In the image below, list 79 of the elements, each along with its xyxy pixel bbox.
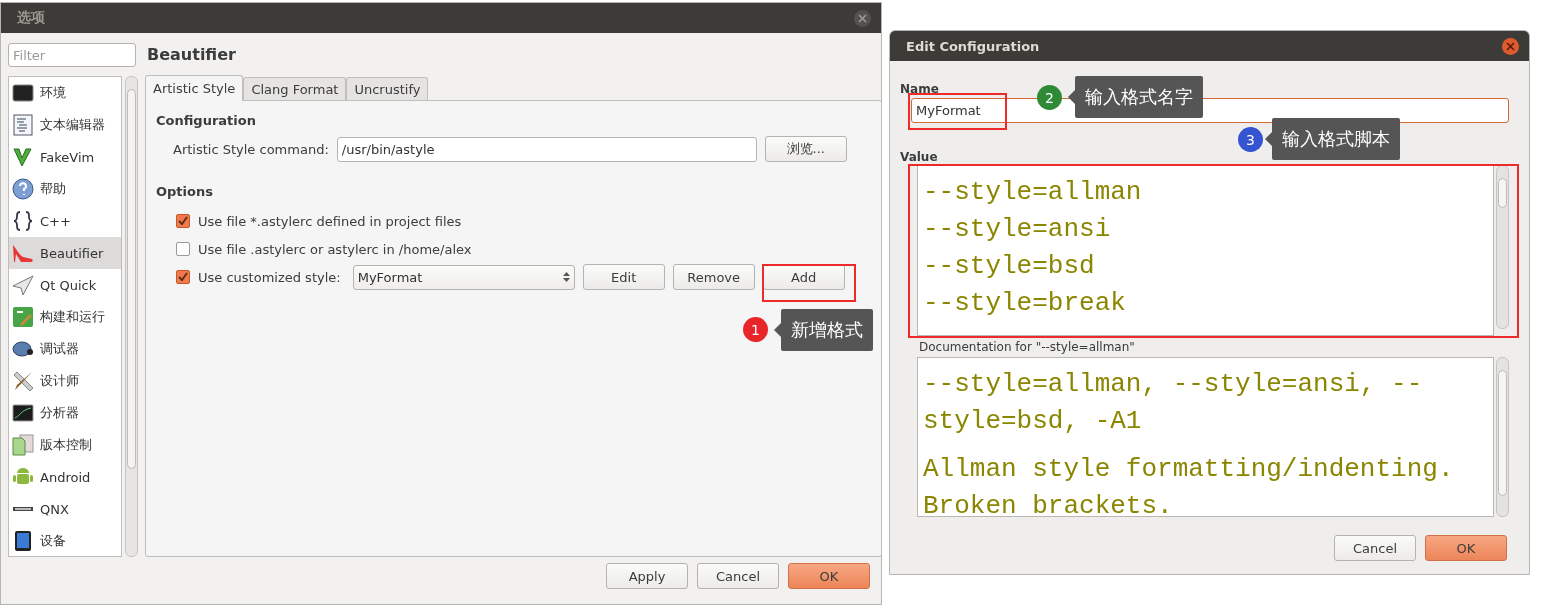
tool-tile-icon <box>12 306 34 328</box>
pointer-icon <box>1265 132 1272 146</box>
checkbox-label: Use file .astylerc or astylerc in /home/alex <box>198 241 472 257</box>
category-item[interactable]: 设计师 <box>9 365 121 397</box>
checkbox[interactable] <box>176 214 190 228</box>
section-heading: Options <box>156 184 214 199</box>
dialog-button[interactable]: Cancel <box>1334 535 1416 561</box>
oscilloscope-icon <box>12 402 34 424</box>
help-icon <box>12 178 34 200</box>
text-document-icon <box>12 114 34 136</box>
documentation-label: Documentation for "--style=allman" <box>918 340 1136 354</box>
command-field[interactable]: /usr/bin/astyle <box>336 136 757 162</box>
ruler-brush-icon <box>12 370 34 392</box>
browse-button[interactable]: 浏览... <box>764 136 847 162</box>
close-icon <box>858 13 867 23</box>
code-line: --style=allman <box>923 176 1143 209</box>
style-button[interactable]: Add <box>762 264 845 290</box>
category-item[interactable]: 调试器 <box>9 333 121 365</box>
bug-icon <box>12 338 34 360</box>
style-button[interactable]: Remove <box>672 264 755 290</box>
dialog-button[interactable]: Apply <box>606 563 688 589</box>
tab[interactable]: Artistic Style <box>145 75 244 101</box>
scrollbar[interactable] <box>1496 357 1509 517</box>
category-item[interactable]: C++ <box>9 205 121 237</box>
field-label: Value <box>900 149 938 165</box>
category-item[interactable]: Qt Quick <box>9 269 121 301</box>
category-item[interactable]: 版本控制 <box>9 429 121 461</box>
annotation-tooltip: 新增格式 <box>774 309 873 351</box>
monitor-icon <box>12 82 34 104</box>
code-line: --style=break <box>923 287 1127 320</box>
category-item[interactable]: 构建和运行 <box>9 301 121 333</box>
checkbox[interactable] <box>176 270 190 284</box>
filter-field[interactable]: Filter <box>8 43 136 67</box>
window-title: Edit Configuration <box>906 38 1040 54</box>
category-item[interactable]: 文本编辑器 <box>9 109 121 141</box>
close-icon <box>1506 41 1515 51</box>
checkbox[interactable] <box>176 242 190 256</box>
documentation-text: Allman style formatting/indenting. Broken brackets. <box>923 453 1455 516</box>
page-title: Beautifier <box>146 45 237 66</box>
section-heading: Configuration <box>156 113 257 128</box>
style-dropdown[interactable]: MyFormat <box>352 264 575 290</box>
scrollbar[interactable] <box>1496 165 1509 329</box>
pointer-icon <box>774 323 781 337</box>
tab[interactable]: Uncrustify <box>346 77 429 100</box>
paper-plane-icon <box>12 274 34 296</box>
category-item[interactable]: FakeVim <box>9 141 121 173</box>
field-label: Name <box>900 81 939 97</box>
category-item[interactable]: 帮助 <box>9 173 121 205</box>
annotation-tooltip: 输入格式脚本 <box>1265 118 1400 160</box>
logo-icon <box>12 506 34 512</box>
category-item[interactable]: 环境 <box>9 77 121 109</box>
style-button[interactable]: Edit <box>582 264 665 290</box>
code-line: --style=ansi <box>923 213 1112 246</box>
tab[interactable]: Clang Format <box>243 77 347 100</box>
window-title: 选项 <box>17 9 45 27</box>
close-button[interactable] <box>1502 37 1519 55</box>
annotation-tooltip: 输入格式名字 <box>1068 76 1203 118</box>
dialog-button[interactable]: OK <box>788 563 870 589</box>
value-editor[interactable]: --style=allman --style=ansi --style=bsd --style=break <box>917 165 1494 336</box>
documentation-text: --style=allman, --style=ansi, --style=bsd, -A1 <box>923 368 1424 438</box>
dialog-button[interactable]: Cancel <box>697 563 779 589</box>
category-item[interactable]: Beautifier <box>9 237 121 269</box>
checkbox-label: Use file *.astylerc defined in project files <box>198 213 462 229</box>
category-item[interactable]: 分析器 <box>9 397 121 429</box>
field-label: Artistic Style command: <box>173 141 329 157</box>
documents-icon <box>12 434 34 456</box>
braces-icon <box>12 210 34 232</box>
dialog-button[interactable]: OK <box>1425 535 1507 561</box>
close-button[interactable] <box>854 9 871 27</box>
tablet-icon <box>12 530 34 552</box>
checkbox-label: Use customized style: <box>198 269 341 285</box>
check-mark-icon <box>12 146 34 168</box>
pointer-icon <box>1068 90 1075 104</box>
category-item[interactable]: QNX <box>9 493 121 525</box>
scrollbar[interactable] <box>125 76 138 557</box>
code-line: --style=bsd <box>923 250 1096 283</box>
spinner-arrows-icon <box>562 271 570 283</box>
category-item[interactable]: 设备 <box>9 525 121 556</box>
category-item[interactable]: Android <box>9 461 121 493</box>
